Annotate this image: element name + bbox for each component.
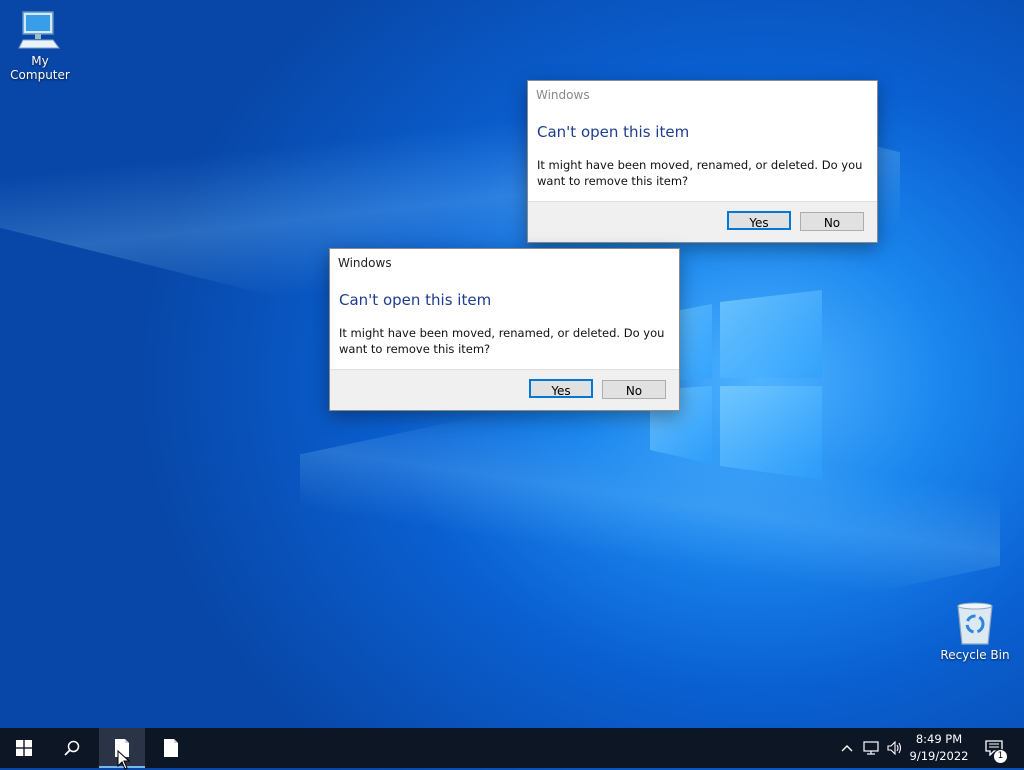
action-center-button[interactable]: 1	[978, 728, 1010, 768]
dialog-title: Windows	[536, 88, 590, 102]
notification-badge: 1	[993, 749, 1008, 764]
dialog-heading: Can't open this item	[339, 291, 492, 309]
show-hidden-icons-button[interactable]	[838, 728, 856, 768]
network-button[interactable]	[860, 728, 882, 768]
computer-icon	[18, 11, 60, 49]
desktop-icon-recycle-bin[interactable]: Recycle Bin	[935, 600, 1015, 662]
dialog-footer: Yes No	[330, 369, 679, 410]
no-button[interactable]: No	[602, 380, 666, 399]
taskbar-app-document[interactable]	[148, 728, 194, 768]
dialog-message: It might have been moved, renamed, or de…	[339, 326, 665, 356]
document-icon	[164, 739, 178, 757]
search-button[interactable]	[48, 728, 96, 768]
error-dialog-inactive[interactable]: Windows Can't open this item It might ha…	[527, 80, 878, 243]
taskbar-clock[interactable]: 8:49 PM 9/19/2022	[906, 731, 972, 765]
yes-button[interactable]: Yes	[529, 379, 593, 398]
mouse-cursor-icon	[117, 750, 131, 770]
clock-date: 9/19/2022	[909, 749, 969, 763]
desktop-icon-my-computer[interactable]: My Computer	[0, 8, 80, 82]
error-dialog-active[interactable]: Windows Can't open this item It might ha…	[329, 248, 680, 411]
network-icon	[863, 741, 879, 755]
desktop-icon-label: My Computer	[10, 54, 70, 82]
volume-icon	[887, 741, 902, 755]
desktop: My Computer Recycle Bin Windows Can't op…	[0, 0, 1024, 728]
dialog-footer: Yes No	[528, 201, 877, 242]
search-icon	[64, 740, 80, 756]
yes-button[interactable]: Yes	[727, 211, 791, 230]
no-button[interactable]: No	[800, 212, 864, 231]
dialog-message: It might have been moved, renamed, or de…	[537, 158, 863, 188]
dialog-heading: Can't open this item	[537, 123, 690, 141]
clock-time: 8:49 PM	[915, 732, 963, 746]
desktop-icon-label: Recycle Bin	[940, 648, 1010, 662]
start-button[interactable]	[0, 728, 48, 768]
windows-start-icon	[16, 740, 32, 756]
recycle-bin-icon	[957, 602, 993, 645]
chevron-up-icon	[841, 745, 853, 752]
dialog-title: Windows	[338, 256, 392, 270]
taskbar: 8:49 PM 9/19/2022 1	[0, 728, 1024, 768]
volume-button[interactable]	[884, 728, 906, 768]
